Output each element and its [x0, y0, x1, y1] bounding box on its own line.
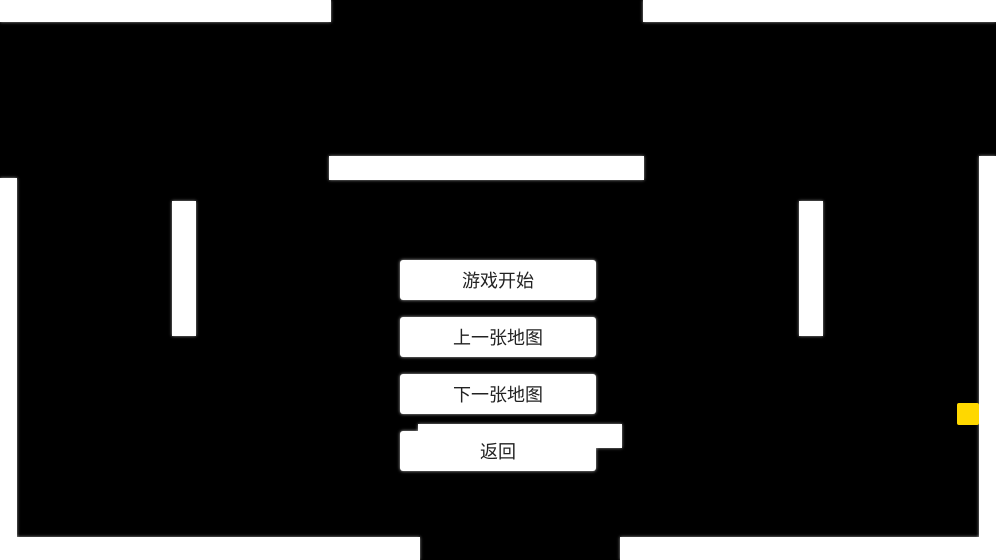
start-game-button[interactable]: 游戏开始	[400, 260, 596, 300]
wall-top-left	[0, 0, 331, 22]
back-label: 返回	[480, 442, 516, 463]
wall-pillar-left	[172, 201, 196, 336]
next-map-button[interactable]: 下一张地图	[400, 374, 596, 414]
wall-bottom-right	[620, 537, 996, 560]
wall-bottom-left	[0, 537, 420, 560]
wall-left	[0, 178, 17, 560]
next-map-label: 下一张地图	[453, 385, 543, 406]
back-button[interactable]: 返回	[400, 431, 596, 471]
wall-top-right	[643, 0, 996, 22]
previous-map-label: 上一张地图	[453, 328, 543, 349]
previous-map-button[interactable]: 上一张地图	[400, 317, 596, 357]
wall-center-horizontal	[329, 156, 644, 180]
wall-pillar-right	[799, 201, 823, 336]
player-block	[957, 403, 979, 425]
start-game-label: 游戏开始	[462, 271, 534, 292]
wall-right	[979, 156, 996, 560]
